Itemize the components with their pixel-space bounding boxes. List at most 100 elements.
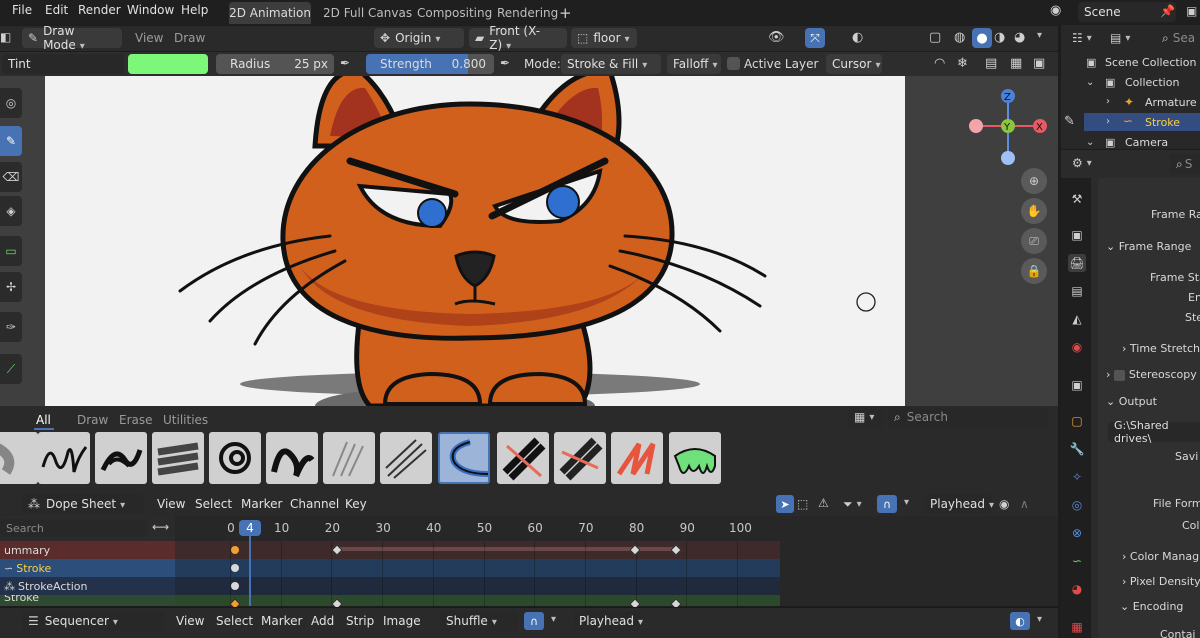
channel-stroke-action[interactable]: ⁂ StrokeAction [0,577,175,595]
radius-pressure-icon[interactable]: ✒ [340,56,350,70]
menu-render[interactable]: Render [78,3,121,17]
stereoscopy-section[interactable]: › Stereoscopy [1106,368,1197,381]
warning-icon[interactable]: ⚠ [818,496,829,510]
hidden-toggle-icon[interactable]: ⬚ [797,497,808,511]
tool-fill[interactable]: ◈ [0,196,22,226]
viewport[interactable]: Z Y X ⊕ ✋ ⎚ 🔒 [0,76,1058,428]
navigation-gizmo[interactable]: Z Y X [963,84,1053,174]
dopesheet-playhead-selector[interactable]: Playhead [924,494,992,514]
outliner-stroke[interactable]: Stroke [1145,116,1180,129]
tool-select-circle[interactable]: ◎ [0,88,22,118]
add-workspace-icon[interactable]: + [559,4,572,22]
overlay-toggle[interactable]: ◐ [1010,612,1030,630]
stereoscopy-checkbox-icon[interactable] [1113,369,1125,381]
solid-shading-toggle[interactable]: ● [972,28,992,48]
pan-hand-icon[interactable]: ✋ [1021,198,1047,224]
frame-range-section[interactable]: ⌄ Frame Range [1106,240,1191,253]
brush-fill-drip[interactable] [669,432,721,484]
cursor-dropdown[interactable]: Cursor [826,54,882,74]
editor-type-icon[interactable]: ◧ [0,30,11,44]
current-frame-indicator[interactable]: 4 [239,520,261,536]
tool-line[interactable]: ⟋ [0,354,22,384]
keyframe-stroke-0[interactable] [231,564,239,572]
tab-rendering[interactable]: Rendering [497,6,558,20]
sequencer-snap-toggle[interactable]: ∩ [524,612,544,630]
time-stretching-section[interactable]: › Time Stretchi [1122,342,1200,355]
data-tab-icon[interactable]: ∽ [1068,552,1086,570]
scene-icon[interactable]: ◉ [1050,3,1061,18]
dopesheet-editor-selector[interactable]: ⁂ Dope Sheet [22,494,144,514]
keyframe-action-0[interactable] [231,582,239,590]
keyframe-summary-0[interactable] [231,546,239,554]
outliner-editor-icon[interactable]: ☷ [1072,31,1092,45]
brush-ink[interactable] [38,432,90,484]
brush-eraser-hard[interactable] [497,432,549,484]
output-path-field[interactable]: G:\Shared drives\ [1108,419,1200,445]
sequencer-menu-image[interactable]: Image [383,614,421,628]
outliner-search-field[interactable]: ⌕ Sea [1156,28,1200,48]
dopesheet-menu-select[interactable]: Select [195,497,232,511]
tab-2d-animation[interactable]: 2D Animation [229,2,311,24]
sequencer-overlay-options-icon[interactable] [1033,614,1042,625]
canvas-icon[interactable]: ▣ [1033,56,1045,71]
channel-search-field[interactable]: Search [0,519,148,537]
brush-tab-all[interactable]: All [36,413,51,427]
falloff-curve-icon[interactable]: ∧ [1020,497,1029,511]
swap-arrows-icon[interactable]: ⟷ [152,520,169,534]
new-scene-icon[interactable]: ▣ [1186,4,1197,18]
brush-airbrush[interactable] [0,432,38,484]
brush-tab-draw[interactable]: Draw [77,413,108,427]
constraints-tab-icon[interactable]: ⊗ [1068,524,1086,542]
guides-icon[interactable]: ▦ [1010,56,1022,71]
active-layer-checkbox[interactable] [727,57,740,70]
curve-icon[interactable]: ◠ [934,56,945,71]
armature-expand-icon[interactable]: › [1106,96,1110,107]
visibility-icon[interactable]: 👁 [768,30,785,45]
color-management-section[interactable]: › Color Manag [1122,550,1199,563]
camera-view-icon[interactable]: ⎚ [1021,228,1047,254]
material-tab-icon[interactable]: ◕ [1068,580,1086,598]
tool-draw[interactable]: ✎ [0,126,22,156]
effects-tab-icon[interactable]: ✧ [1068,468,1086,486]
outliner-stroke-row[interactable] [1084,113,1200,131]
brush-eraser-soft[interactable] [554,432,606,484]
brush-pencil-soft[interactable] [380,432,432,484]
falloff-dropdown[interactable]: Falloff [667,54,721,74]
mode-selector[interactable]: ✎ Draw Mode [22,24,122,52]
camera-expand-icon[interactable]: ⌄ [1086,137,1094,148]
world-tab-icon[interactable]: ◉ [1068,338,1086,356]
brush-search-field[interactable]: ⌕ Search [888,407,1048,427]
outliner-collection[interactable]: Collection [1125,76,1179,89]
brush-thick[interactable] [152,432,204,484]
projection-selector[interactable]: ▰ Front (X-Z) [469,24,567,52]
stroke-expand-icon[interactable]: › [1106,116,1110,127]
texture-tab-icon[interactable]: ▦ [1068,618,1086,636]
zoom-icon[interactable]: ⊕ [1021,168,1047,194]
encoding-section[interactable]: ⌄ Encoding [1120,600,1183,613]
wireframe-shading-icon[interactable]: ◍ [954,30,965,45]
material-shading-icon[interactable]: ◑ [994,30,1005,45]
tint-selector[interactable]: Tint [2,54,124,74]
sequencer-snap-options-icon[interactable] [547,614,556,625]
snowflake-icon[interactable]: ❄ [957,56,968,71]
render-tab-icon[interactable]: ▣ [1068,226,1086,244]
sequencer-menu-add[interactable]: Add [311,614,334,628]
outliner-armature[interactable]: Armature [1145,96,1197,109]
sequencer-playhead-selector[interactable]: Playhead [573,611,641,631]
tool-tab-icon[interactable]: ⚒ [1068,190,1086,208]
outliner-display-icon[interactable]: ▤ [1110,31,1130,45]
collection-expand-icon[interactable]: ⌄ [1086,77,1094,88]
brush-display-toggle[interactable]: ▦ [848,407,884,427]
sequencer-menu-view[interactable]: View [176,614,204,628]
collection-tab-icon[interactable]: ▣ [1068,376,1086,394]
surface-selector[interactable]: ⬚ floor [571,28,637,48]
tool-erase[interactable]: ⌫ [0,162,22,192]
header-draw-menu[interactable]: Draw [174,31,205,45]
tool-shapes[interactable]: ▭ [0,236,22,266]
brush-tab-utilities[interactable]: Utilities [163,413,208,427]
object-tab-icon[interactable]: ▢ [1068,412,1086,430]
overlay-icon[interactable]: ◐ [852,30,863,45]
channel-summary[interactable]: ummary [0,541,175,559]
brush-pencil[interactable] [323,432,375,484]
xray-icon[interactable]: ▢ [929,30,941,45]
